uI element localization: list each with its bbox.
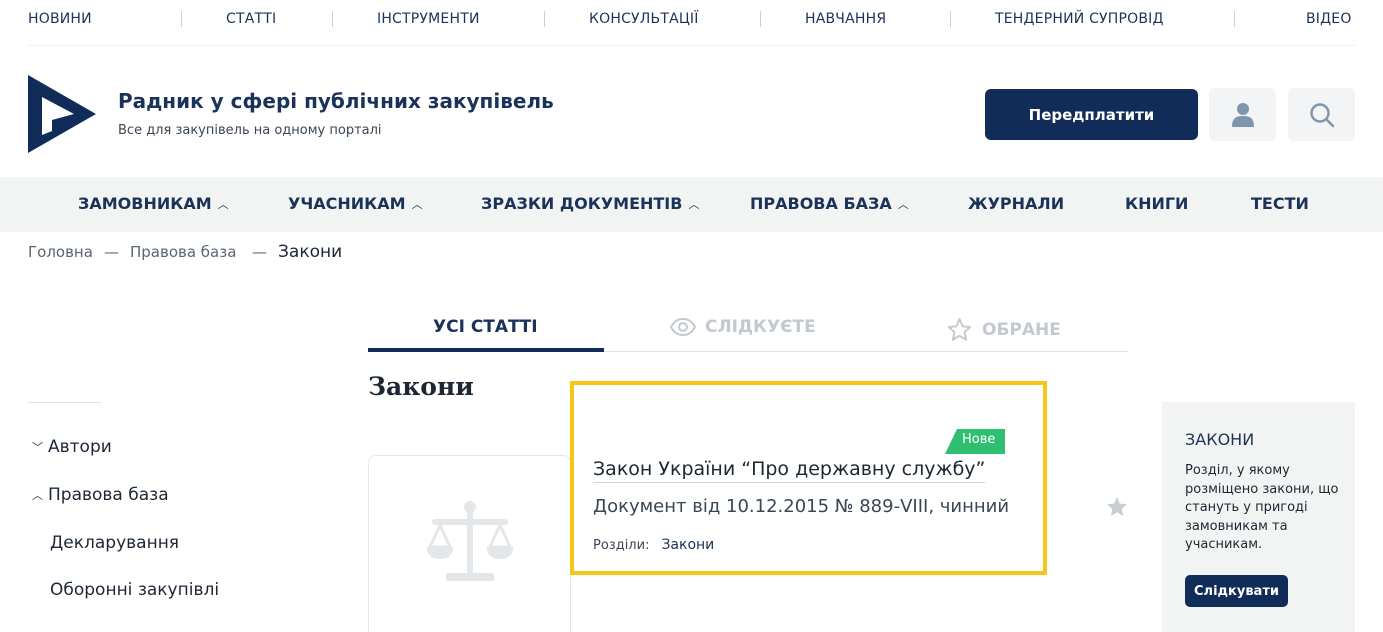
top-nav: НОВИНИ СТАТТІ ІНСТРУМЕНТИ КОНСУЛЬТАЦІЇ Н… xyxy=(28,0,1355,46)
sidebar-item-label: Оборонні закупівлі xyxy=(50,580,220,600)
top-nav-consultations[interactable]: КОНСУЛЬТАЦІЇ xyxy=(589,11,699,27)
subscribe-button[interactable]: Передплатити xyxy=(985,89,1198,140)
sidebar-divider xyxy=(28,402,101,403)
main-nav: ЗАМОВНИКАМ ︿ УЧАСНИКАМ ︿ ЗРАЗКИ ДОКУМЕНТІВ… xyxy=(0,177,1383,232)
top-nav-news[interactable]: НОВИНИ xyxy=(28,11,92,27)
main-nav-label: КНИГИ xyxy=(1125,194,1189,213)
chevron-up-icon: ︿ xyxy=(217,197,229,211)
chevron-up-icon: ︿ xyxy=(411,197,423,211)
sidebar-item-label: Автори xyxy=(48,437,112,457)
top-nav-articles[interactable]: СТАТТІ xyxy=(226,11,276,27)
search-button[interactable] xyxy=(1288,88,1355,141)
sidebar-item-legal-base[interactable]: ︿ Правова база xyxy=(32,485,169,505)
top-nav-separator xyxy=(760,11,761,27)
section-info-box: ЗАКОНИ Розділ, у якому розміщено закони,… xyxy=(1162,402,1355,632)
top-nav-education[interactable]: НАВЧАННЯ xyxy=(805,11,886,27)
main-nav-participants[interactable]: УЧАСНИКАМ ︿ xyxy=(288,194,423,213)
active-tab-indicator xyxy=(368,348,604,352)
site-title[interactable]: Радник у сфері публічних закупівель xyxy=(118,89,554,113)
breadcrumb-legal-base[interactable]: Правова база xyxy=(130,243,236,261)
main-nav-books[interactable]: КНИГИ xyxy=(1125,194,1188,213)
breadcrumb-separator: — xyxy=(252,243,267,261)
tab-label: УСІ СТАТТІ xyxy=(433,317,538,337)
tab-following[interactable]: СЛІДКУЄТЕ xyxy=(670,317,816,337)
tab-all-articles[interactable]: УСІ СТАТТІ xyxy=(433,317,538,337)
main-nav-label: ЗАМОВНИКАМ xyxy=(78,194,212,213)
top-nav-separator xyxy=(950,11,951,27)
main-nav-label: ТЕСТИ xyxy=(1251,194,1309,213)
main-nav-document-templates[interactable]: ЗРАЗКИ ДОКУМЕНТІВ ︿ xyxy=(481,194,699,213)
chevron-down-icon: ﹀ xyxy=(32,441,43,454)
main-nav-tests[interactable]: ТЕСТИ xyxy=(1251,194,1309,213)
section-title: Закони xyxy=(368,372,474,401)
sidebar-item-label: Правова база xyxy=(48,485,169,505)
top-nav-tender-support[interactable]: ТЕНДЕРНИЙ СУПРОВІД xyxy=(995,11,1164,27)
main-nav-label: УЧАСНИКАМ xyxy=(288,194,406,213)
info-box-title: ЗАКОНИ xyxy=(1185,430,1255,449)
top-nav-tools[interactable]: ІНСТРУМЕНТИ xyxy=(377,11,480,27)
follow-button[interactable]: Слідкувати xyxy=(1185,575,1288,607)
tab-favorites[interactable]: ОБРАНЕ xyxy=(946,317,1061,343)
info-box-text: Розділ, у якому розміщено закони, що ста… xyxy=(1185,463,1339,552)
chevron-up-icon: ︿ xyxy=(32,489,43,502)
site-logo-icon[interactable] xyxy=(28,75,96,153)
main-nav-customers[interactable]: ЗАМОВНИКАМ ︿ xyxy=(78,194,229,213)
tab-label: СЛІДКУЄТЕ xyxy=(705,317,816,337)
main-nav-journals[interactable]: ЖУРНАЛИ xyxy=(968,194,1064,213)
breadcrumb-current: Закони xyxy=(278,242,343,262)
main-nav-legal-base[interactable]: ПРАВОВА БАЗА ︿ xyxy=(750,194,909,213)
scales-icon xyxy=(426,501,513,581)
top-nav-separator xyxy=(1234,11,1235,27)
search-icon xyxy=(1309,102,1334,127)
top-nav-separator xyxy=(544,11,545,27)
user-button[interactable] xyxy=(1209,88,1276,141)
highlight-frame xyxy=(570,381,1047,575)
sidebar-item-declaration[interactable]: Декларування xyxy=(50,533,179,553)
eye-icon xyxy=(670,318,696,336)
star-outline-icon xyxy=(947,318,972,341)
sidebar-item-label: Декларування xyxy=(50,533,180,553)
tab-label: ОБРАНЕ xyxy=(982,320,1061,340)
favorite-star-icon[interactable] xyxy=(1105,495,1129,519)
top-nav-separator xyxy=(332,11,333,27)
article-thumbnail[interactable] xyxy=(368,455,571,632)
main-nav-label: ПРАВОВА БАЗА xyxy=(750,194,892,213)
top-nav-video[interactable]: ВІДЕО xyxy=(1306,11,1352,27)
main-nav-label: ЗРАЗКИ ДОКУМЕНТІВ xyxy=(481,194,683,213)
sidebar-item-authors[interactable]: ﹀ Автори xyxy=(32,437,112,457)
user-icon xyxy=(1231,102,1254,127)
chevron-up-icon: ︿ xyxy=(688,197,700,211)
top-nav-separator xyxy=(181,11,182,27)
breadcrumb-home[interactable]: Головна xyxy=(28,243,93,261)
main-nav-label: ЖУРНАЛИ xyxy=(968,194,1065,213)
breadcrumb-separator: — xyxy=(104,243,119,261)
site-subtitle: Все для закупівель на одному порталі xyxy=(118,123,382,138)
chevron-up-icon: ︿ xyxy=(897,197,909,211)
sidebar-item-defense-procurement[interactable]: Оборонні закупівлі xyxy=(50,580,219,600)
